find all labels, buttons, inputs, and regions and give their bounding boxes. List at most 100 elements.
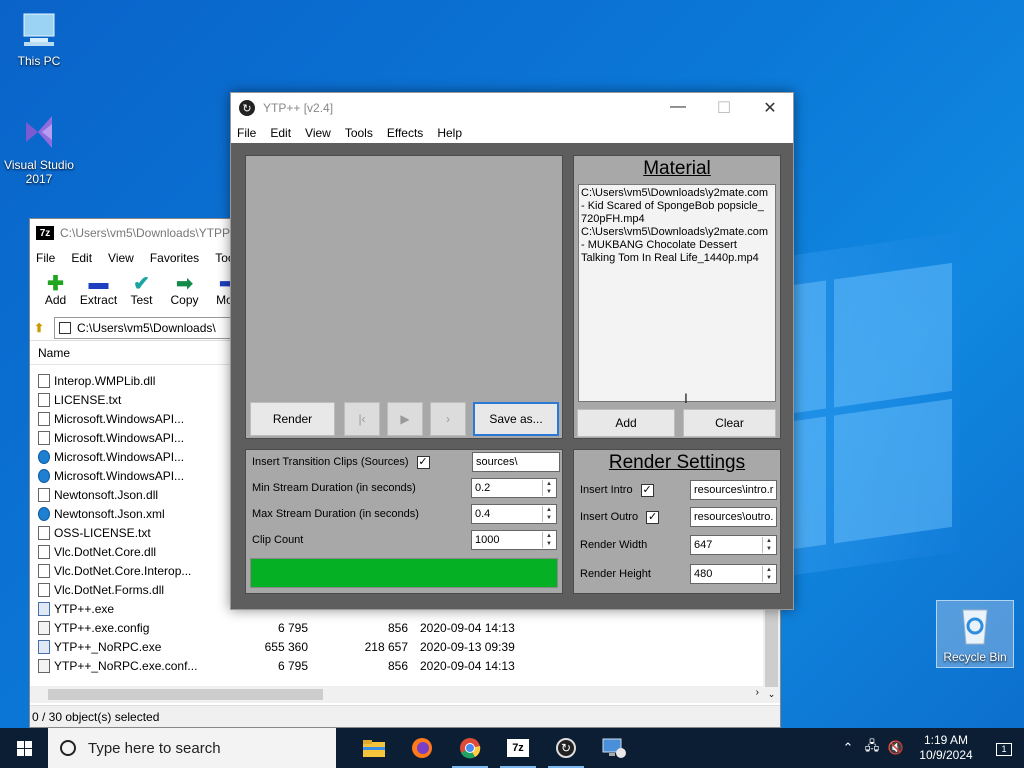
spinner-arrows-icon[interactable]: ▲ ▼ [762,566,775,582]
chevron-up-icon[interactable]: ⌃ [836,740,860,756]
scroll-down-icon[interactable]: ⌄ [763,689,780,703]
spinner-arrows-icon[interactable]: ▲ ▼ [762,537,775,553]
render-width-value: 647 [694,539,713,551]
add-label: Add [44,293,67,307]
status-bar: 0 / 30 object(s) selected [30,705,780,727]
material-item[interactable]: C:\Users\vm5\Downloads\y2mate.com - Kid … [581,187,773,226]
windows-logo-icon [16,740,32,756]
play-button[interactable]: ▶ [387,402,423,436]
clock[interactable]: 1:19 AM 10/9/2024 [908,733,984,763]
spinner-arrows-icon[interactable]: ▲ ▼ [542,506,555,522]
copy-button[interactable]: ➡ Copy [163,269,206,315]
extract-button[interactable]: ▬ Extract [77,269,120,315]
add-label: Add [615,416,637,430]
file-packed-size: 856 [387,658,408,673]
taskbar-search-box[interactable]: Type here to search [48,728,336,768]
file-name: Vlc.DotNet.Core.dll [54,544,157,559]
material-list[interactable]: C:\Users\vm5\Downloads\y2mate.com - Kid … [578,184,776,402]
file-icon [38,544,50,559]
minimize-icon[interactable]: — [655,98,701,118]
desktop-icon-visual-studio[interactable]: Visual Studio 2017 [1,106,77,186]
render-button[interactable]: Render [250,402,335,436]
play-icon: ▶ [400,412,410,426]
file-row[interactable]: YTP++_NoRPC.exe.conf... 6 795 856 2020-09-0… [30,656,762,675]
scrollbar-thumb[interactable] [48,689,323,700]
desktop-icon-this-pc[interactable]: This PC [1,10,77,68]
next-button[interactable]: › [430,402,466,436]
material-clear-button[interactable]: Clear [683,409,776,437]
material-item[interactable]: C:\Users\vm5\Downloads\y2mate.com - MUKB… [581,226,773,265]
render-width-label: Render Width [580,539,648,551]
scrollbar-thumb[interactable] [765,603,778,687]
file-name: Microsoft.WindowsAPI... [54,468,185,483]
7zip-icon[interactable]: 7z [494,728,542,768]
clip-count-stepper[interactable]: 1000 ▲ ▼ [471,530,557,550]
file-icon [38,430,50,445]
clear-label: Clear [715,416,744,430]
file-name: LICENSE.txt [54,392,122,407]
start-button[interactable] [0,728,48,768]
minus-icon: ▬ [88,271,109,294]
maximize-icon[interactable]: ☐ [701,98,747,118]
menu-effects[interactable]: Effects [387,126,423,140]
ytp-titlebar[interactable]: ↻ YTP++ [v2.4] — ☐ ✕ [231,93,793,123]
firefox-icon[interactable] [398,728,446,768]
transition-checkbox[interactable]: ✓ [416,455,430,469]
spinner-arrows-icon[interactable]: ▲ ▼ [542,532,555,548]
add-button[interactable]: ✚ Add [34,269,77,315]
menu-file[interactable]: File [237,126,256,140]
notification-center-icon[interactable]: 1 [984,741,1024,756]
spinner-arrows-icon[interactable]: ▲ ▼ [542,480,555,496]
render-width-stepper[interactable]: 647 ▲ ▼ [690,535,777,555]
outro-label: Insert Outro [580,511,639,523]
chrome-icon[interactable] [446,728,494,768]
search-icon [60,740,76,756]
menu-file[interactable]: File [36,251,55,265]
transition-path-input[interactable]: sources\ [472,452,560,472]
ytp-window: ↻ YTP++ [v2.4] — ☐ ✕ File Edit View Tool… [230,92,794,610]
volume-muted-icon[interactable]: 🔇 [884,740,908,756]
menu-favorites[interactable]: Favorites [150,251,199,265]
menu-edit[interactable]: Edit [71,251,92,265]
save-as-button[interactable]: Save as... [473,402,559,436]
file-packed-size: 218 657 [364,639,408,654]
clip-count-label: Clip Count [252,534,304,546]
test-label: Test [130,293,153,307]
material-heading: Material [643,158,711,179]
intro-checkbox[interactable]: ✓ [640,483,654,497]
scroll-right-icon[interactable]: › [756,687,759,698]
render-height-stepper[interactable]: 480 ▲ ▼ [690,564,777,584]
menu-edit[interactable]: Edit [270,126,291,140]
network-error-icon[interactable]: 🖧 [860,737,884,759]
file-packed-size: 856 [387,620,408,635]
folder-up-icon[interactable]: ⬆ [34,321,54,335]
file-row[interactable]: YTP++_NoRPC.exe 655 360 218 657 2020-09-13 … [30,637,762,656]
min-duration-stepper[interactable]: 0.2 ▲ ▼ [471,478,557,498]
menu-view[interactable]: View [305,126,331,140]
menu-view[interactable]: View [108,251,134,265]
ytp-icon[interactable]: ↻ [542,728,590,768]
file-name: Vlc.DotNet.Forms.dll [54,582,165,597]
outro-path-input[interactable]: resources\outro. [690,507,777,527]
file-size: 6 795 [277,658,308,673]
outro-checkbox[interactable]: ✓ [646,510,660,524]
file-explorer-icon[interactable] [350,728,398,768]
vertical-scrollbar[interactable]: ⌄ [763,599,780,703]
menu-help[interactable]: Help [437,126,462,140]
test-button[interactable]: ✔ Test [120,269,163,315]
file-name: Microsoft.WindowsAPI... [54,411,185,426]
file-name: YTP++.exe [54,601,115,616]
max-duration-stepper[interactable]: 0.4 ▲ ▼ [471,504,557,524]
intro-path-input[interactable]: resources\intro.r [690,480,777,500]
copy-label: Copy [170,293,199,307]
horizontal-scrollbar[interactable]: › [30,686,763,703]
network-admin-icon[interactable] [590,728,638,768]
close-icon[interactable]: ✕ [747,98,793,118]
file-row[interactable]: YTP++.exe.config 6 795 856 2020-09-04 14:13 [30,618,762,637]
render-progress-bar [250,558,558,588]
file-icon [38,411,50,426]
first-frame-button[interactable]: |‹ [344,402,380,436]
menu-tools[interactable]: Tools [345,126,373,140]
computer-icon [18,10,60,50]
material-add-button[interactable]: Add [577,409,675,437]
